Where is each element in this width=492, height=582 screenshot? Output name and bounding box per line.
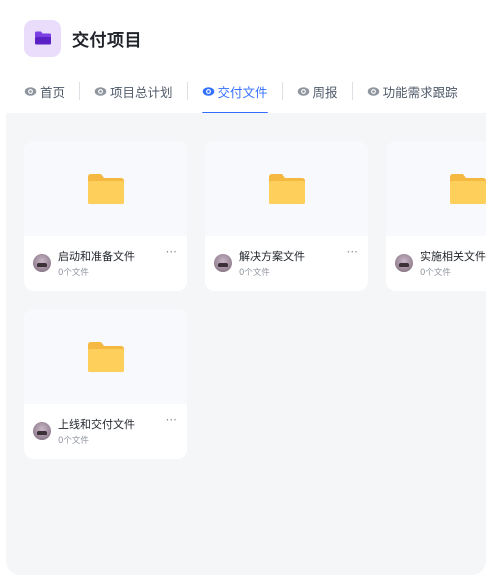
folder-name: 启动和准备文件	[58, 250, 135, 263]
folder-info: 上线和交付文件 0个文件 ···	[24, 404, 187, 459]
more-icon[interactable]: ···	[347, 246, 358, 258]
folder-card[interactable]: 启动和准备文件 0个文件 ···	[24, 141, 187, 291]
tab-project-plan[interactable]: 项目总计划	[94, 78, 173, 104]
avatar	[33, 422, 51, 440]
folder-count: 0个文件	[58, 436, 89, 446]
eye-icon	[367, 87, 379, 96]
folder-name: 实施相关文件	[420, 250, 486, 263]
tab-label: 功能需求跟踪	[382, 84, 458, 100]
tab-divider	[186, 82, 188, 100]
tab-divider	[281, 82, 283, 100]
tab-divider	[79, 82, 81, 100]
page-header: 交付项目	[24, 19, 142, 57]
avatar	[214, 254, 232, 272]
tab-label: 交付文件	[217, 84, 268, 100]
tab-label: 项目总计划	[110, 84, 173, 100]
more-icon[interactable]: ···	[166, 246, 177, 258]
folder-preview	[24, 141, 187, 236]
folder-icon	[268, 173, 305, 204]
tab-weekly-report[interactable]: 周报	[297, 78, 338, 104]
folder-info: 解决方案文件 0个文件 ···	[205, 236, 368, 291]
folder-info: 实施相关文件 0个文件 ···	[386, 236, 486, 291]
folder-icon	[87, 341, 124, 372]
folder-grid: 启动和准备文件 0个文件 ··· 解决方案文件 0个文件 ··· 实施相关文件 …	[6, 113, 486, 575]
folder-preview	[386, 141, 486, 236]
folder-count: 0个文件	[58, 268, 89, 278]
tab-label: 周报	[312, 84, 338, 100]
folder-card[interactable]: 上线和交付文件 0个文件 ···	[24, 309, 187, 459]
folder-info: 启动和准备文件 0个文件 ···	[24, 236, 187, 291]
folder-count: 0个文件	[420, 268, 451, 278]
tab-bar: 首页 项目总计划 交付文件 周报 功能需求跟踪	[24, 78, 458, 114]
eye-icon	[297, 87, 309, 96]
avatar	[395, 254, 413, 272]
more-icon[interactable]: ···	[166, 414, 177, 426]
tab-requirements-tracking[interactable]: 功能需求跟踪	[367, 78, 458, 104]
folder-count: 0个文件	[239, 268, 270, 278]
app-icon	[24, 19, 61, 57]
eye-icon	[94, 87, 107, 96]
folder-card[interactable]: 解决方案文件 0个文件 ···	[205, 141, 368, 291]
folder-icon	[87, 173, 124, 204]
folder-card[interactable]: 实施相关文件 0个文件 ···	[386, 141, 486, 291]
folder-name: 上线和交付文件	[58, 418, 135, 431]
folder-preview	[205, 141, 368, 236]
folder-preview	[24, 309, 187, 404]
tab-label: 首页	[40, 84, 66, 100]
eye-icon	[202, 87, 214, 96]
tab-divider	[351, 82, 353, 100]
folder-icon	[34, 31, 51, 45]
tab-deliverables[interactable]: 交付文件	[201, 78, 268, 114]
folder-name: 解决方案文件	[239, 250, 305, 263]
page-title: 交付项目	[72, 30, 142, 51]
tab-home[interactable]: 首页	[24, 78, 65, 104]
avatar	[33, 254, 51, 272]
folder-icon	[449, 173, 486, 204]
eye-icon	[24, 87, 37, 96]
